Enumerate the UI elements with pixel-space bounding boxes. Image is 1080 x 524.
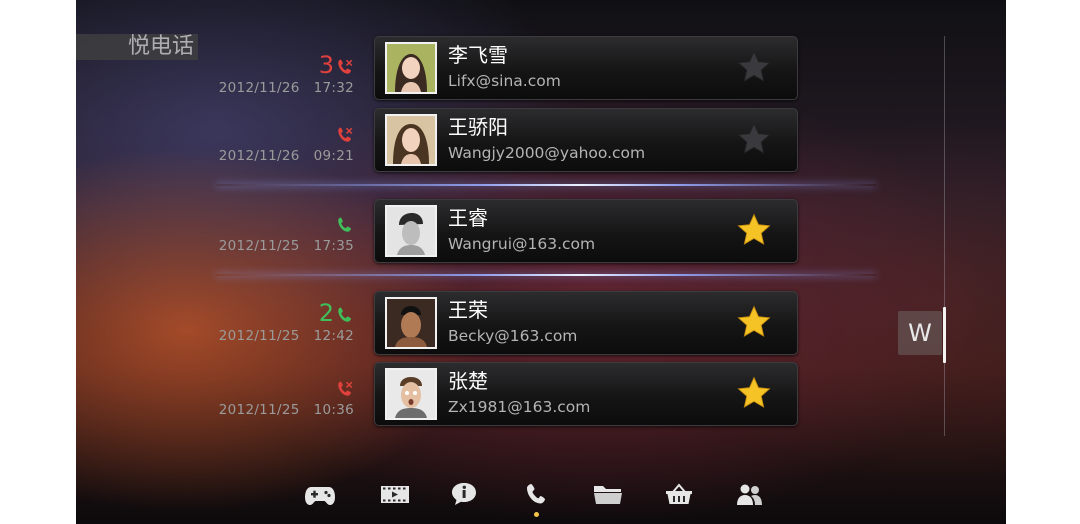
nav-games[interactable] <box>302 480 338 508</box>
missed-call-icon <box>338 381 353 396</box>
call-date: 2012/11/26 <box>218 148 300 164</box>
nav-store[interactable] <box>661 480 697 508</box>
nav-video[interactable] <box>377 480 413 508</box>
active-tab-indicator <box>534 512 539 517</box>
scrollbar-thumb[interactable] <box>943 307 946 363</box>
star-off-icon[interactable] <box>735 49 773 85</box>
star-favorite-icon[interactable] <box>735 375 773 411</box>
contacts-icon <box>737 484 762 505</box>
scrollbar-track[interactable] <box>944 36 945 436</box>
call-meta: 3 2012/11/26 17:32 <box>206 48 354 96</box>
contact-name: 王荣 <box>448 298 488 322</box>
contact-email: Wangjy2000@yahoo.com <box>448 144 646 162</box>
contact-email: Lifx@sina.com <box>448 72 561 90</box>
call-count: 3 <box>318 51 334 79</box>
contact-email: Zx1981@163.com <box>448 398 591 416</box>
gamepad-icon <box>305 487 335 505</box>
call-meta: 2012/11/26 09:21 <box>206 116 354 164</box>
folder-icon <box>594 486 622 504</box>
group-divider <box>216 274 876 276</box>
basket-icon <box>666 483 692 504</box>
call-count: 2 <box>318 299 334 327</box>
contact-card[interactable]: 王荣 Becky@163.com <box>374 291 798 355</box>
call-time: 17:32 <box>313 80 354 96</box>
call-meta: 2012/11/25 17:35 <box>206 206 354 254</box>
contact-name: 王睿 <box>448 206 488 230</box>
contact-card[interactable]: 王骄阳 Wangjy2000@yahoo.com <box>374 108 798 172</box>
missed-call-icon <box>338 59 353 74</box>
star-favorite-icon[interactable] <box>735 212 773 248</box>
avatar <box>385 42 437 94</box>
contact-card[interactable]: 李飞雪 Lifx@sina.com <box>374 36 798 100</box>
call-time: 17:35 <box>313 238 354 254</box>
avatar <box>385 205 437 257</box>
info-chat-icon <box>452 483 476 505</box>
call-meta: 2012/11/25 10:36 <box>206 370 354 418</box>
answered-call-icon <box>338 307 351 322</box>
nav-phone[interactable] <box>518 480 554 508</box>
star-off-icon[interactable] <box>735 121 773 157</box>
missed-call-icon <box>338 127 353 142</box>
bottom-nav <box>76 470 1006 524</box>
app-title: 悦电话 <box>76 34 198 60</box>
contact-email: Becky@163.com <box>448 327 578 345</box>
call-time: 10:36 <box>313 402 354 418</box>
call-date: 2012/11/26 <box>218 80 300 96</box>
avatar <box>385 297 437 349</box>
answered-call-icon <box>338 217 351 232</box>
contact-card[interactable]: 张楚 Zx1981@163.com <box>374 362 798 426</box>
group-divider <box>216 184 876 186</box>
film-icon <box>381 486 409 503</box>
call-meta: 2 2012/11/25 12:42 <box>206 296 354 344</box>
nav-contacts[interactable] <box>731 480 767 508</box>
contact-name: 李飞雪 <box>448 43 508 67</box>
avatar <box>385 114 437 166</box>
star-favorite-icon[interactable] <box>735 304 773 340</box>
index-letter-indicator: W <box>898 311 942 355</box>
phone-icon <box>527 484 545 504</box>
nav-files[interactable] <box>590 480 626 508</box>
phone-app-screen: 悦电话 3 2012/11/26 17:32 李飞雪 Lifx@sina.com … <box>76 0 1006 524</box>
contact-card[interactable]: 王睿 Wangrui@163.com <box>374 199 798 263</box>
call-date: 2012/11/25 <box>218 328 300 344</box>
call-date: 2012/11/25 <box>218 402 300 418</box>
avatar <box>385 368 437 420</box>
call-time: 12:42 <box>313 328 354 344</box>
nav-messages[interactable] <box>446 480 482 508</box>
call-time: 09:21 <box>313 148 354 164</box>
call-date: 2012/11/25 <box>218 238 300 254</box>
contact-name: 张楚 <box>448 369 488 393</box>
contact-email: Wangrui@163.com <box>448 235 596 253</box>
contact-name: 王骄阳 <box>448 115 508 139</box>
